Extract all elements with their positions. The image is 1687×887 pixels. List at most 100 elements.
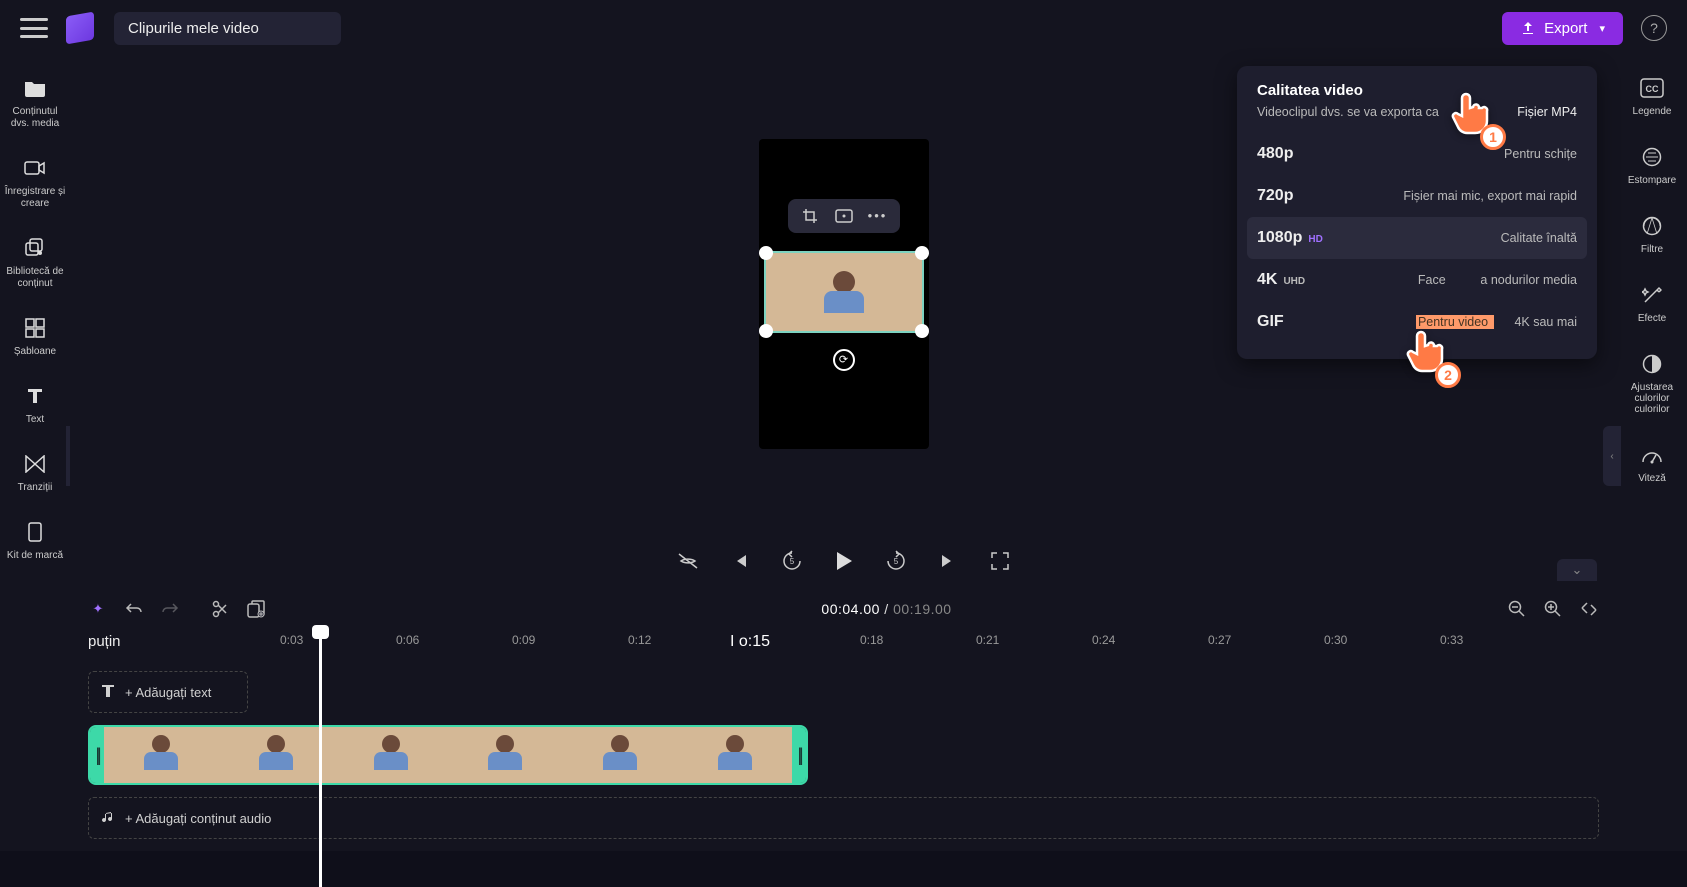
- clip-toolbar: •••: [788, 199, 900, 233]
- rotate-icon[interactable]: ⟳: [833, 349, 855, 371]
- quality-label: 1080p: [1257, 229, 1302, 247]
- hamburger-menu-icon[interactable]: [20, 18, 48, 38]
- ruler-tick: 0:12: [628, 633, 651, 647]
- folder-icon: [23, 76, 47, 100]
- contrast-icon: [1640, 352, 1664, 376]
- export-file-format: Fișier MP4: [1517, 105, 1577, 119]
- sidebar-label: Bibliotecă de conținut: [0, 266, 70, 290]
- rsidebar-label: Estompare: [1628, 175, 1676, 186]
- zoom-in-icon[interactable]: [1543, 599, 1563, 619]
- rsidebar-item-fade[interactable]: Estompare: [1617, 145, 1687, 186]
- zoom-out-icon[interactable]: [1507, 599, 1527, 619]
- sidebar-item-record[interactable]: Înregistrare și creare: [0, 156, 70, 210]
- crop-icon[interactable]: [800, 207, 820, 225]
- text-icon: [101, 684, 115, 701]
- speed-icon: [1640, 443, 1664, 467]
- skip-forward-icon[interactable]: [936, 549, 960, 573]
- collapse-rsidebar-toggle[interactable]: ‹: [1603, 426, 1621, 486]
- rsidebar-label: Efecte: [1638, 313, 1666, 324]
- ruler-tick: 0:27: [1208, 633, 1231, 647]
- quality-label: 4K: [1257, 271, 1277, 289]
- selected-clip[interactable]: [764, 251, 924, 333]
- quality-option-480p[interactable]: 480p Pentru schițe: [1247, 133, 1587, 175]
- rsidebar-item-filters[interactable]: Filtre: [1617, 214, 1687, 255]
- ruler-tick: 0:03: [280, 633, 303, 647]
- resize-handle[interactable]: [915, 324, 929, 338]
- rsidebar-item-color-adjust[interactable]: Ajustarea culorilor culorilor: [1617, 352, 1687, 415]
- duplicate-icon[interactable]: [246, 599, 266, 619]
- hide-preview-icon[interactable]: [676, 549, 700, 573]
- sidebar-item-text[interactable]: Text: [0, 384, 70, 426]
- timeline-ruler[interactable]: puțin 0:03 0:06 0:09 0:12 I o:15 0:18 0:…: [70, 627, 1617, 661]
- text-icon: [23, 384, 47, 408]
- player-controls: 5 5: [70, 531, 1617, 591]
- resize-handle[interactable]: [759, 324, 773, 338]
- quality-badge: UHD: [1283, 276, 1305, 287]
- ruler-tick: 0:06: [396, 633, 419, 647]
- quality-option-4k[interactable]: 4K UHD Face a nodurilor media: [1247, 259, 1587, 301]
- ruler-tick: 0:18: [860, 633, 883, 647]
- quality-option-1080p[interactable]: 1080pHD Calitate înaltă: [1247, 217, 1587, 259]
- resize-handle[interactable]: [759, 246, 773, 260]
- rewind-5-icon[interactable]: 5: [780, 549, 804, 573]
- sidebar-label: Text: [24, 414, 46, 426]
- chevron-down-icon: ▾: [1599, 22, 1605, 35]
- text-track-empty[interactable]: + Adăugați text: [88, 671, 248, 713]
- more-icon[interactable]: •••: [868, 207, 888, 225]
- project-title-input[interactable]: [114, 12, 341, 45]
- ruler-tick: 0:24: [1092, 633, 1115, 647]
- ruler-zoom-label: puțin: [88, 633, 121, 650]
- sidebar-item-templates[interactable]: Șabloane: [0, 316, 70, 358]
- svg-text:5: 5: [789, 557, 794, 566]
- fit-timeline-icon[interactable]: [1579, 599, 1599, 619]
- skip-back-icon[interactable]: [728, 549, 752, 573]
- clip-grip-right[interactable]: ||: [792, 727, 806, 783]
- filters-icon: [1640, 214, 1664, 238]
- redo-icon[interactable]: [160, 599, 180, 619]
- rsidebar-item-speed[interactable]: Viteză: [1617, 443, 1687, 484]
- track-placeholder: + Adăugați conținut audio: [125, 811, 271, 826]
- help-icon[interactable]: ?: [1641, 15, 1667, 41]
- captions-icon: CC: [1640, 76, 1664, 100]
- timeline-tracks: + Adăugați text || ||: [70, 661, 1617, 839]
- quality-option-720p[interactable]: 720p Fișier mai mic, export mai rapid: [1247, 175, 1587, 217]
- sidebar-item-brandkit[interactable]: Kit de marcă: [0, 520, 70, 562]
- quality-desc: Pentru schițe: [1504, 147, 1577, 161]
- track-placeholder: + Adăugați text: [125, 685, 211, 700]
- quality-option-gif[interactable]: GIF Pentru video 4K sau mai: [1247, 301, 1587, 343]
- ai-sparkle-icon[interactable]: ✦: [88, 599, 108, 619]
- timeline-collapse-toggle[interactable]: ⌄: [1557, 559, 1597, 581]
- templates-icon: [23, 316, 47, 340]
- quality-desc: Face a nodurilor media: [1418, 273, 1577, 287]
- export-panel-title: Calitatea video: [1257, 82, 1577, 99]
- clip-grip-left[interactable]: ||: [90, 727, 104, 783]
- resize-handle[interactable]: [915, 246, 929, 260]
- undo-icon[interactable]: [124, 599, 144, 619]
- playback-time: 00:04.00 / 00:19.00: [282, 601, 1491, 617]
- rsidebar-item-captions[interactable]: CC Legende: [1617, 76, 1687, 117]
- effects-icon: [1640, 283, 1664, 307]
- rsidebar-item-effects[interactable]: Efecte: [1617, 283, 1687, 324]
- split-icon[interactable]: [210, 599, 230, 619]
- sidebar-item-media[interactable]: Conținutul dvs. media: [0, 76, 70, 130]
- export-button[interactable]: Export ▾: [1502, 12, 1623, 45]
- playhead[interactable]: [319, 627, 322, 887]
- ruler-tick: 0:09: [512, 633, 535, 647]
- audio-track-empty[interactable]: + Adăugați conținut audio: [88, 797, 1599, 839]
- fullscreen-icon[interactable]: [988, 549, 1012, 573]
- video-track[interactable]: || ||: [88, 725, 1599, 785]
- transitions-icon: [23, 452, 47, 476]
- fit-icon[interactable]: [834, 207, 854, 225]
- quality-desc: Pentru video 4K sau mai: [1416, 315, 1577, 329]
- ruler-tick: 0:21: [976, 633, 999, 647]
- rsidebar-label: Legende: [1633, 106, 1672, 117]
- sidebar-item-transitions[interactable]: Tranziții: [0, 452, 70, 494]
- svg-text:5: 5: [893, 557, 898, 566]
- sidebar-item-library[interactable]: Bibliotecă de conținut: [0, 236, 70, 290]
- video-canvas[interactable]: ••• ⟳: [759, 139, 929, 449]
- play-icon[interactable]: [832, 549, 856, 573]
- export-subtitle: Videoclipul dvs. se va exporta ca: [1257, 105, 1439, 119]
- forward-5-icon[interactable]: 5: [884, 549, 908, 573]
- sidebar-label: Înregistrare și creare: [0, 186, 70, 210]
- upload-icon: [1520, 20, 1536, 36]
